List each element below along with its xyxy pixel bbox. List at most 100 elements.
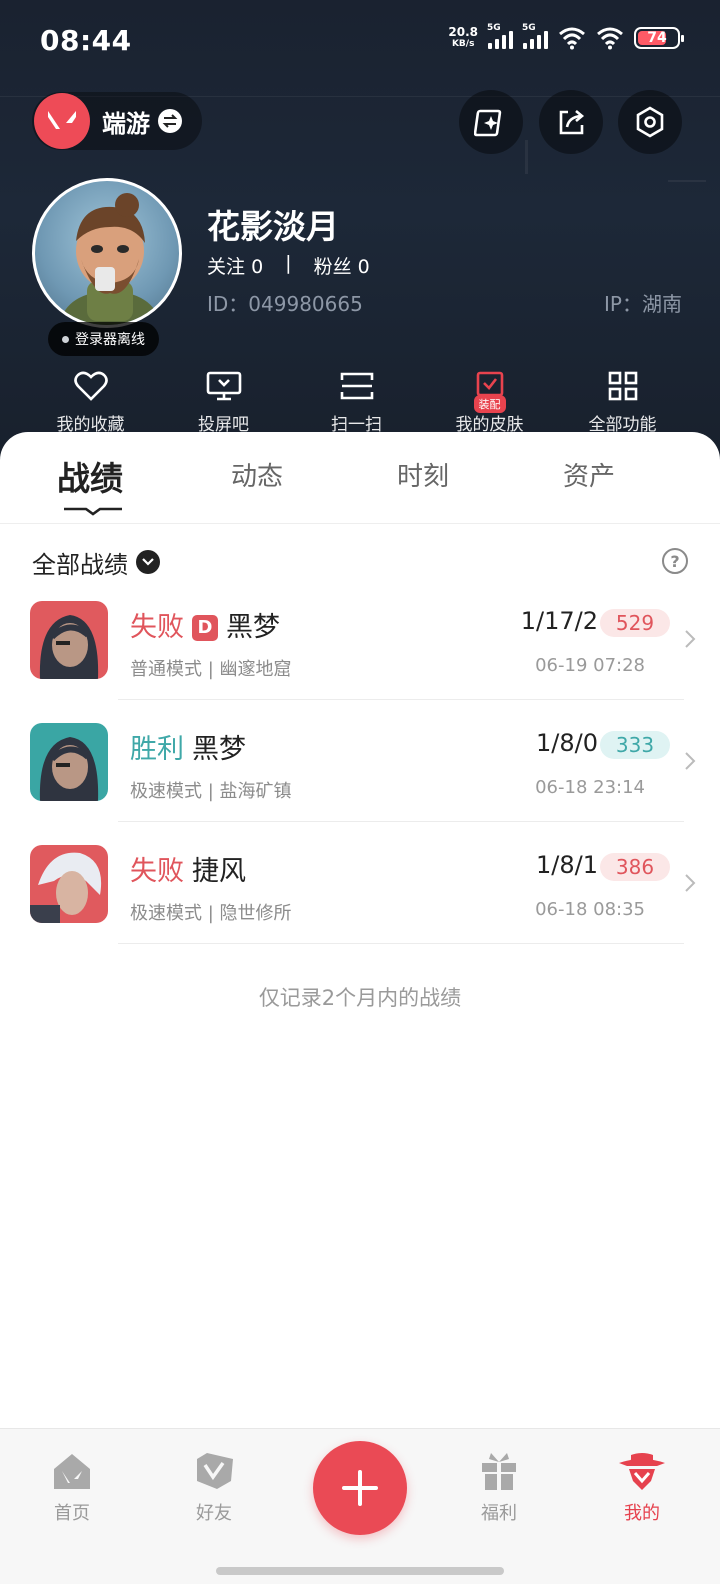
match-kda: 1/8/1 <box>536 851 598 879</box>
help-icon[interactable]: ? <box>662 548 688 574</box>
hero-name: 黑梦 <box>192 734 246 765</box>
nav-profile[interactable]: 我的 <box>592 1451 692 1525</box>
record-filter[interactable]: 全部战绩 ? <box>32 544 688 580</box>
match-score: 333 <box>600 731 670 759</box>
sim1-label: 5G <box>487 23 501 33</box>
quick-item-cast[interactable]: 投屏吧 <box>157 370 290 435</box>
chevron-right-icon <box>685 874 696 892</box>
match-result-line: 失败 D 黑梦 <box>130 605 280 644</box>
quick-item-all[interactable]: 全部功能 <box>556 370 689 435</box>
profile-agent-icon <box>619 1453 665 1490</box>
game-name: 端游 <box>102 109 150 138</box>
settings-icon <box>636 106 664 138</box>
status-time: 08:44 <box>40 24 132 57</box>
match-row[interactable]: 失败 D 黑梦 普通模式 | 幽邃地窟 1/17/2 529 06-19 07:28 <box>0 601 720 723</box>
home-indicator[interactable] <box>216 1567 504 1575</box>
row-divider <box>118 943 684 944</box>
avatar-image <box>62 193 158 325</box>
match-result: 失败 <box>130 612 184 643</box>
nav-benefits[interactable]: 福利 <box>449 1451 549 1525</box>
hero-portrait <box>30 845 108 923</box>
home-icon <box>54 1454 90 1489</box>
signal-icon: 5G <box>487 23 513 49</box>
chevron-down-icon <box>136 550 160 574</box>
decor-line <box>668 180 706 182</box>
tab-moments[interactable]: 时刻 <box>397 456 449 493</box>
nav-label: 好友 <box>196 1503 232 1524</box>
quick-menu: 我的收藏 投屏吧 扫一扫 装配 我的皮肤 全部功能 <box>0 370 720 435</box>
plus-icon <box>342 1470 378 1506</box>
match-row[interactable]: 胜利 黑梦 极速模式 | 盐海矿镇 1/8/0 333 06-18 23:14 <box>0 723 720 845</box>
quick-item-favorites[interactable]: 我的收藏 <box>24 370 157 435</box>
wifi-icon <box>597 27 623 50</box>
match-row[interactable]: 失败 捷风 极速模式 | 隐世修所 1/8/1 386 06-18 08:35 <box>0 845 720 967</box>
avatar[interactable] <box>32 178 182 328</box>
nav-home[interactable]: 首页 <box>22 1451 122 1525</box>
battery-level: 74 <box>647 30 667 46</box>
nav-label: 我的 <box>624 1503 660 1524</box>
stat-separator: | <box>285 252 292 274</box>
row-divider <box>118 699 684 700</box>
follow-stats: 关注 0 | 粉丝 0 <box>207 252 370 279</box>
scan-icon <box>340 372 373 400</box>
status-bar: 08:44 20.8 KB/s 5G 5G 74 <box>0 0 720 80</box>
status-icons: 20.8 KB/s 5G 5G 74 <box>448 23 684 50</box>
tab-active-indicator <box>64 507 122 516</box>
hero-portrait <box>30 723 108 801</box>
filter-label: 全部战绩 <box>32 550 128 579</box>
match-mode: 普通模式 | 幽邃地窟 <box>130 659 292 680</box>
settings-button[interactable] <box>618 90 682 154</box>
nav-friends[interactable]: 好友 <box>164 1451 264 1525</box>
network-speed-value: 20.8 <box>448 25 478 39</box>
match-mode: 极速模式 | 盐海矿镇 <box>130 781 292 802</box>
match-result-line: 胜利 黑梦 <box>130 727 246 766</box>
rank-badge: D <box>192 615 218 641</box>
bottom-nav: 首页 好友 福利 我的 <box>0 1428 720 1584</box>
follow-stat[interactable]: 关注 0 <box>207 252 263 279</box>
follow-label: 关注 <box>207 256 246 278</box>
network-speed: 20.8 KB/s <box>448 26 478 50</box>
username: 花影淡月 <box>207 207 339 246</box>
ai-card-icon <box>474 109 502 137</box>
tab-record[interactable]: 战绩 <box>57 452 123 500</box>
login-status-text: 登录器离线 <box>75 332 145 348</box>
quick-item-scan[interactable]: 扫一扫 <box>290 370 423 435</box>
nav-label: 福利 <box>481 1503 517 1524</box>
quick-item-skins[interactable]: 装配 我的皮肤 <box>423 370 556 435</box>
hero-portrait <box>30 601 108 679</box>
profile-header: 08:44 20.8 KB/s 5G 5G 74 端游 登录器离线 花影淡月 关… <box>0 0 720 470</box>
login-status-badge: 登录器离线 <box>48 322 159 356</box>
match-kda: 1/17/2 <box>520 607 598 635</box>
share-button[interactable] <box>539 90 603 154</box>
monitor-icon <box>206 371 241 401</box>
tab-bar: 战绩 动态 时刻 资产 <box>0 432 720 524</box>
content-card: 战绩 动态 时刻 资产 全部战绩 ? 失败 D 黑梦 普通模式 | 幽邃地窟 1… <box>0 432 720 1432</box>
chevron-right-icon <box>685 752 696 770</box>
gift-icon <box>482 1453 516 1490</box>
row-divider <box>118 821 684 822</box>
record-retention-note: 仅记录2个月内的战绩 <box>258 986 462 1010</box>
hero-name: 捷风 <box>192 856 246 887</box>
match-result: 失败 <box>130 856 184 887</box>
wifi-icon <box>559 27 585 50</box>
match-result-line: 失败 捷风 <box>130 849 246 888</box>
fans-stat[interactable]: 粉丝 0 <box>314 252 370 279</box>
ai-card-button[interactable] <box>459 90 523 154</box>
chevron-right-icon <box>685 630 696 648</box>
tab-feed[interactable]: 动态 <box>231 456 283 493</box>
tab-assets[interactable]: 资产 <box>563 456 615 493</box>
sim2-label: 5G <box>522 23 536 33</box>
decor-line <box>525 140 528 174</box>
match-time: 06-18 08:35 <box>535 899 645 920</box>
create-post-button[interactable] <box>313 1441 407 1535</box>
grid-icon <box>608 371 637 401</box>
ip-location: IP：湖南 <box>604 292 682 316</box>
match-score: 386 <box>600 853 670 881</box>
heart-icon <box>73 371 108 401</box>
hero-name: 黑梦 <box>226 612 280 643</box>
network-speed-unit: KB/s <box>451 39 475 49</box>
match-time: 06-18 23:14 <box>535 777 645 798</box>
valorant-logo-icon <box>34 93 90 149</box>
match-kda: 1/8/0 <box>536 729 598 757</box>
game-switcher[interactable]: 端游 <box>32 92 202 150</box>
